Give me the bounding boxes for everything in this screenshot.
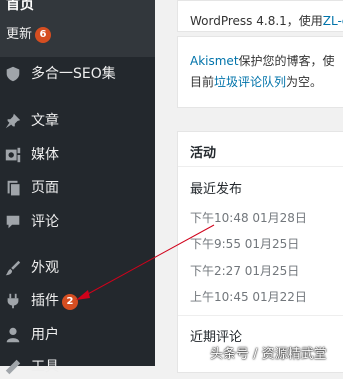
user-icon [6, 327, 20, 343]
divider [178, 315, 343, 316]
akismet-box: Akismet保护您的博客，使 目前垃圾评论队列为空。 [177, 36, 343, 108]
dashboard-main: WordPress 4.8.1，使用ZL-c Akismet保护您的博客，使 目… [177, 0, 343, 373]
pages-icon [7, 180, 21, 197]
sidebar-item-pages[interactable]: 页面 [0, 176, 155, 200]
sidebar-item-media[interactable]: 媒体 [0, 143, 155, 167]
pin-icon [5, 113, 21, 129]
sidebar-item-users[interactable]: 用户 [0, 323, 155, 347]
comment-icon [6, 215, 20, 229]
tools-icon [5, 359, 21, 375]
akismet-notice: Akismet保护您的博客，使 目前垃圾评论队列为空。 [190, 54, 335, 89]
sidebar-item-appearance[interactable]: 外观 [0, 256, 155, 280]
sidebar-item-home[interactable]: 首页 [6, 0, 34, 14]
sidebar-item-plugins[interactable]: 插件 2 [0, 289, 155, 313]
paintbrush-icon [5, 260, 21, 276]
wordpress-version-text: WordPress 4.8.1，使用ZL-c [190, 12, 343, 29]
theme-link[interactable]: ZL-c [323, 14, 343, 28]
admin-sidebar: 首页 更新 6 多合一SEO集 文章 媒体 页面 评论 外观 插件 2 用户 工具 [0, 0, 155, 375]
activity-title[interactable]: 活动 [190, 142, 216, 161]
media-icon [5, 147, 21, 163]
watermark: 头条号 / 资源精武堂 [210, 347, 327, 362]
sidebar-item-comments[interactable]: 评论 [0, 210, 155, 234]
seo-shield-icon [6, 66, 20, 82]
divider [178, 166, 343, 167]
at-a-glance-box: WordPress 4.8.1，使用ZL-c [177, 0, 343, 32]
post-date: 上午10:45 01月22日 [190, 290, 307, 304]
sidebar-item-posts[interactable]: 文章 [0, 109, 155, 133]
updates-label: 更新 [6, 27, 33, 42]
post-date: 下午10:48 01月28日 [190, 211, 307, 225]
post-date: 下午9:55 01月25日 [190, 237, 300, 251]
activity-box: 活动 最近发布 下午10:48 01月28日 下午9:55 01月25日 下午2… [177, 131, 343, 373]
plugin-icon [7, 293, 19, 309]
akismet-link[interactable]: Akismet [190, 54, 239, 68]
plugins-count-badge: 2 [62, 294, 78, 310]
sidebar-item-tools[interactable]: 工具 [0, 355, 155, 379]
updates-count-badge: 6 [35, 27, 52, 43]
recent-posts-title: 最近发布 [190, 182, 243, 197]
sidebar-item-updates[interactable]: 更新 6 [6, 26, 52, 44]
post-date: 下午2:27 01月25日 [190, 264, 300, 278]
home-submenu: 首页 更新 6 [0, 0, 155, 57]
sidebar-item-seo[interactable]: 多合一SEO集 [0, 62, 155, 86]
spam-queue-link[interactable]: 垃圾评论队列 [214, 75, 286, 89]
